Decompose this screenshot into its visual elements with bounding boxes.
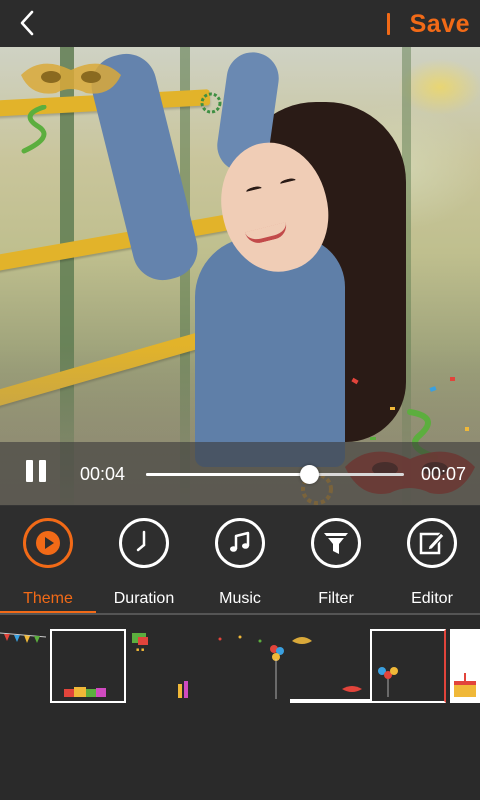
svg-text:▪ ▪: ▪ ▪	[136, 647, 144, 653]
tab-duration[interactable]: Duration	[96, 506, 192, 614]
tab-label: Filter	[318, 590, 354, 607]
gift-boxes-theme[interactable]	[50, 629, 126, 703]
bunting-theme[interactable]	[0, 629, 46, 703]
pause-icon	[26, 460, 33, 482]
clock-icon	[119, 518, 169, 568]
chevron-left-icon	[20, 10, 34, 36]
tab-label: Editor	[411, 590, 453, 607]
save-button[interactable]: Save	[410, 10, 470, 39]
video-preview[interactable]	[0, 47, 480, 505]
seek-thumb[interactable]	[299, 465, 319, 484]
seek-bar[interactable]	[146, 465, 404, 484]
tab-theme[interactable]: Theme	[0, 506, 96, 615]
balloons-theme[interactable]	[290, 629, 370, 703]
masks-theme[interactable]	[210, 629, 290, 703]
current-time: 00:04	[80, 464, 126, 484]
save-separator	[386, 13, 390, 35]
play-circle-icon	[23, 518, 73, 568]
tab-music[interactable]: Music	[192, 506, 288, 614]
tab-label: Duration	[113, 590, 175, 607]
funnel-icon	[311, 518, 361, 568]
streamer-icon	[21, 105, 47, 154]
theme-strip: ▪ ▪	[0, 615, 480, 800]
flower-icon	[200, 92, 222, 114]
music-note-icon	[215, 518, 265, 568]
tab-label: Theme	[23, 590, 73, 607]
tab-editor[interactable]: Editor	[384, 506, 480, 614]
playback-controls: 00:04 00:07	[0, 442, 480, 506]
cake-theme[interactable]	[450, 629, 480, 703]
party-mask-icon	[21, 63, 121, 94]
confetti-theme[interactable]: ▪ ▪	[128, 629, 208, 703]
frame-theme[interactable]	[370, 629, 446, 703]
total-time: 00:07	[420, 464, 466, 484]
tab-label: Music	[219, 590, 261, 607]
pause-icon	[39, 460, 46, 482]
theme-list: ▪ ▪	[0, 629, 480, 705]
tab-filter[interactable]: Filter	[288, 506, 384, 614]
back-button[interactable]	[10, 6, 44, 40]
top-bar: Save	[0, 0, 480, 47]
pause-button[interactable]	[22, 460, 50, 488]
save-area: Save	[386, 8, 470, 40]
seek-progress	[146, 473, 309, 476]
editor-tabs: Theme Duration Music Filter Editor	[0, 506, 480, 615]
edit-icon	[407, 518, 457, 568]
